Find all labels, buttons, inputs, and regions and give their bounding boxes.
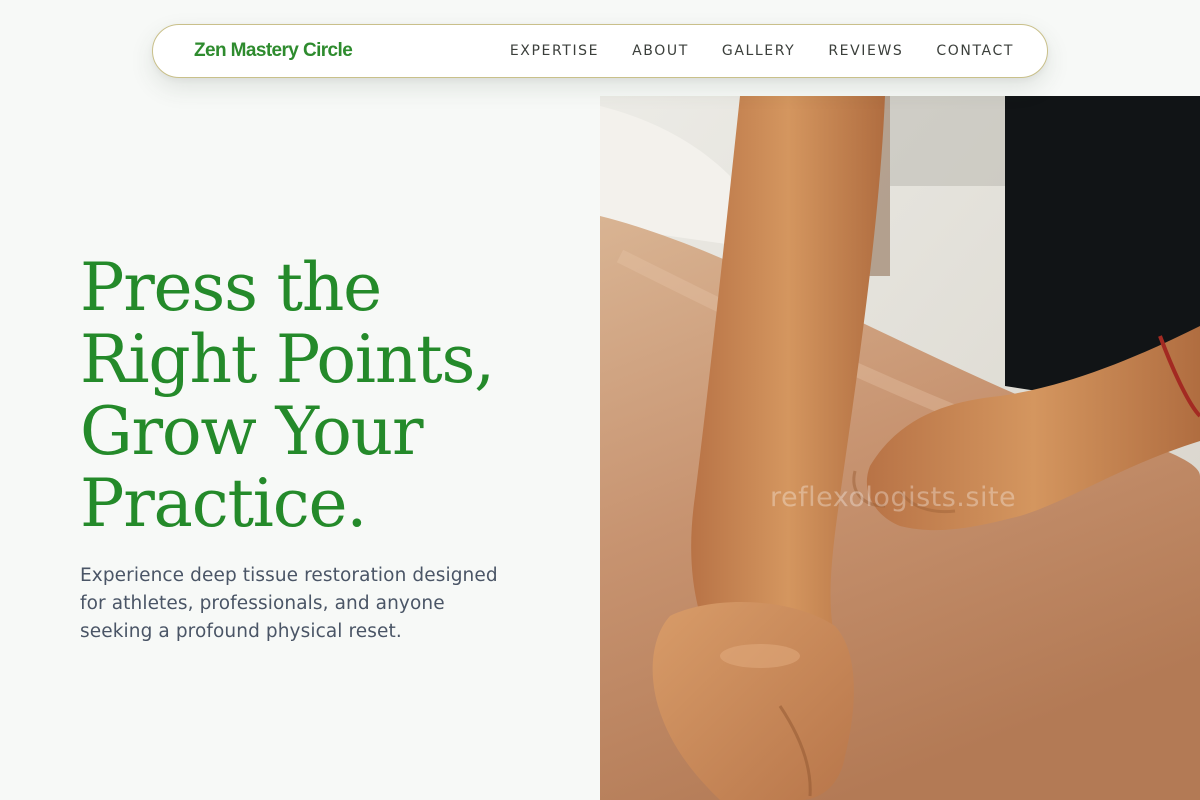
- top-navbar: Zen Mastery Circle EXPERTISE ABOUT GALLE…: [152, 24, 1048, 78]
- hero-title-line: Practice.: [80, 465, 367, 542]
- hero-title-line: Right Points,: [80, 321, 495, 398]
- hero-massage-image: reflexologists.site: [600, 96, 1200, 800]
- brand-logo-link[interactable]: Zen Mastery Circle: [194, 40, 353, 62]
- nav-link-about[interactable]: ABOUT: [632, 43, 689, 59]
- nav-link-contact[interactable]: CONTACT: [936, 43, 1014, 59]
- hero-subtitle: Experience deep tissue restoration desig…: [80, 565, 498, 642]
- nav-links: EXPERTISE ABOUT GALLERY REVIEWS CONTACT: [510, 43, 1014, 59]
- massage-illustration: [600, 96, 1200, 800]
- page: Zen Mastery Circle EXPERTISE ABOUT GALLE…: [0, 0, 1200, 800]
- nav-link-reviews[interactable]: REVIEWS: [828, 43, 903, 59]
- nav-link-gallery[interactable]: GALLERY: [722, 43, 795, 59]
- image-watermark: reflexologists.site: [770, 482, 1017, 513]
- hero-title: Press the Right Points, Grow Your Practi…: [80, 252, 580, 540]
- hero-title-line: Grow Your: [80, 393, 424, 470]
- hero-title-line: Press the: [80, 249, 382, 326]
- nav-link-expertise[interactable]: EXPERTISE: [510, 43, 599, 59]
